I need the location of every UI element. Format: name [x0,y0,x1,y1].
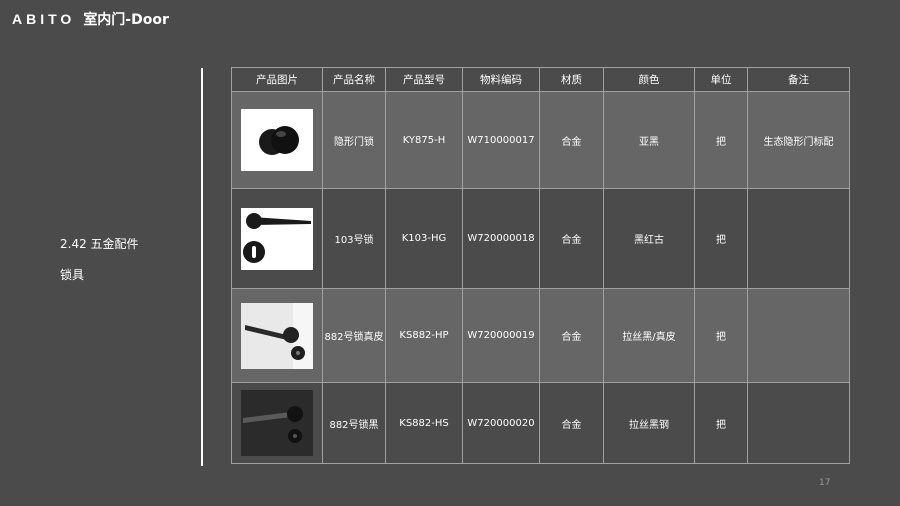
table-row: 882号锁黑 KS882-HS W720000020 合金 拉丝黑钢 把 [231,382,850,464]
product-material: 合金 [539,288,604,383]
column-header-note: 备注 [747,67,850,92]
product-color: 拉丝黑/真皮 [603,288,695,383]
product-material: 合金 [539,188,604,289]
column-header-color: 颜色 [603,67,695,92]
product-unit: 把 [694,188,748,289]
column-header-model: 产品型号 [385,67,463,92]
product-unit: 把 [694,91,748,189]
column-header-unit: 单位 [694,67,748,92]
product-unit: 把 [694,288,748,383]
product-table: 产品图片 产品名称 产品型号 物料编码 材质 颜色 单位 备注 隐形门锁 KY8… [231,67,850,464]
section-heading: 2.42 五金配件 锁具 [60,235,139,283]
product-color: 拉丝黑钢 [603,382,695,464]
knob-lock-image [241,109,313,171]
product-image-cell [231,288,323,383]
column-header-material: 材质 [539,67,604,92]
product-unit: 把 [694,382,748,464]
table-row: 103号锁 K103-HG W720000018 合金 黑红古 把 [231,188,850,289]
column-header-code: 物料编码 [462,67,540,92]
column-header-image: 产品图片 [231,67,323,92]
table-row: 隐形门锁 KY875-H W710000017 合金 亚黑 把 生态隐形门标配 [231,91,850,189]
black-lever-image [241,390,313,456]
section-subtitle: 锁具 [60,268,85,282]
table-row: 882号锁真皮 KS882-HP W720000019 合金 拉丝黑/真皮 把 [231,288,850,383]
product-model: KS882-HS [385,382,463,464]
product-color: 亚黑 [603,91,695,189]
product-image-cell [231,382,323,464]
product-note: 生态隐形门标配 [747,91,850,189]
product-model: KY875-H [385,91,463,189]
product-code: W720000019 [462,288,540,383]
product-code: W720000018 [462,188,540,289]
product-material: 合金 [539,382,604,464]
header-brand: ABITO 室内门-Door [12,9,169,29]
product-image-cell [231,91,323,189]
product-note [747,288,850,383]
section-title: 2.42 五金配件 [60,237,139,251]
product-material: 合金 [539,91,604,189]
product-name: 882号锁黑 [322,382,386,464]
table-header-row: 产品图片 产品名称 产品型号 物料编码 材质 颜色 单位 备注 [231,67,850,92]
product-name: 882号锁真皮 [322,288,386,383]
lever-handle-image [241,207,313,270]
product-model: KS882-HP [385,288,463,383]
product-code: W720000020 [462,382,540,464]
divider-line [201,68,203,466]
product-name: 103号锁 [322,188,386,289]
page-number: 17 [819,478,831,488]
product-code: W710000017 [462,91,540,189]
leather-lever-image [241,302,313,369]
product-note [747,382,850,464]
brand-logo: ABITO [12,11,76,27]
product-model: K103-HG [385,188,463,289]
product-color: 黑红古 [603,188,695,289]
page-title: 室内门-Door [83,12,169,28]
column-header-name: 产品名称 [322,67,386,92]
product-note [747,188,850,289]
product-name: 隐形门锁 [322,91,386,189]
product-image-cell [231,188,323,289]
